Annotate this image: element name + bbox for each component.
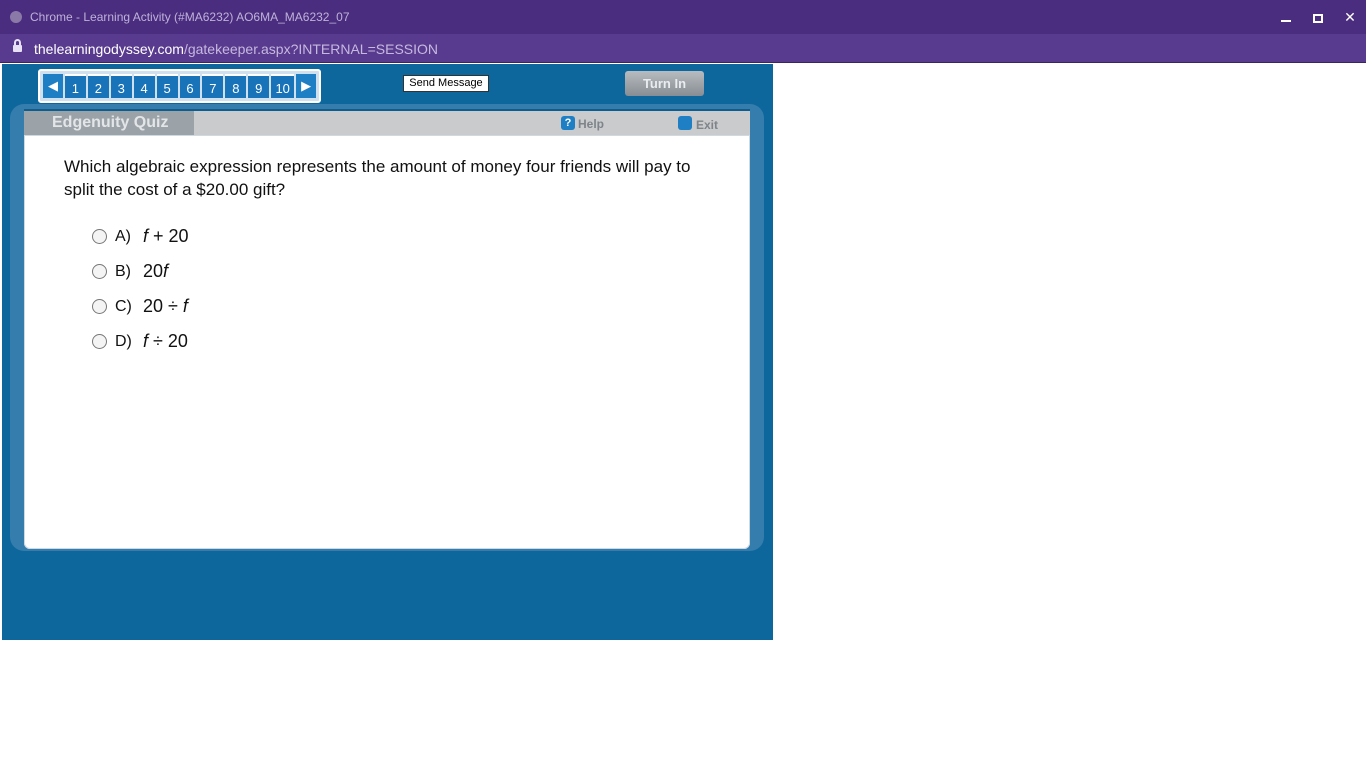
choice-d-expression: f ÷ 20 bbox=[143, 331, 188, 351]
choice-c-letter: C) bbox=[115, 297, 132, 315]
window-titlebar: Chrome - Learning Activity (#MA6232) AO6… bbox=[0, 0, 1366, 34]
exit-button[interactable]: Exit bbox=[696, 118, 718, 132]
quiz-title: Edgenuity Quiz bbox=[24, 111, 194, 135]
quiz-body: Which algebraic expression represents th… bbox=[24, 135, 750, 549]
question-9-button[interactable]: 9 bbox=[248, 74, 270, 98]
question-navigator: ◀ 1 2 3 4 5 6 7 8 9 10 ▶ bbox=[38, 69, 321, 103]
prev-question-button[interactable]: ◀ bbox=[43, 74, 63, 98]
close-button[interactable]: ✕ bbox=[1339, 7, 1361, 27]
quiz-header: Edgenuity Quiz ? Help Exit bbox=[24, 109, 750, 135]
url-path: /gatekeeper.aspx?INTERNAL=SESSION bbox=[183, 41, 439, 57]
question-8-button[interactable]: 8 bbox=[225, 74, 247, 98]
choice-c[interactable]: C) 20 ÷ f bbox=[92, 289, 189, 324]
question-text: Which algebraic expression represents th… bbox=[64, 157, 691, 199]
minimize-icon bbox=[1281, 20, 1291, 23]
choice-b-letter: B) bbox=[115, 262, 131, 280]
choice-b-expression: 20f bbox=[143, 261, 169, 281]
question-6-button[interactable]: 6 bbox=[179, 74, 201, 98]
chrome-icon bbox=[10, 11, 22, 23]
choice-a[interactable]: A) f + 20 bbox=[92, 219, 189, 254]
turn-in-button[interactable]: Turn In bbox=[625, 71, 704, 96]
radio-d[interactable] bbox=[92, 334, 107, 349]
radio-b[interactable] bbox=[92, 264, 107, 279]
page-viewport: ◀ 1 2 3 4 5 6 7 8 9 10 ▶ Send Message Tu… bbox=[0, 64, 1366, 768]
next-question-button[interactable]: ▶ bbox=[296, 74, 317, 98]
url-text[interactable]: thelearningodyssey.com/gatekeeper.aspx?I… bbox=[34, 41, 438, 57]
quiz-app: ◀ 1 2 3 4 5 6 7 8 9 10 ▶ Send Message Tu… bbox=[2, 64, 773, 640]
question-3-button[interactable]: 3 bbox=[110, 74, 132, 98]
choice-d-letter: D) bbox=[115, 332, 132, 350]
question-2-button[interactable]: 2 bbox=[87, 74, 109, 98]
choice-d[interactable]: D) f ÷ 20 bbox=[92, 324, 189, 359]
radio-a[interactable] bbox=[92, 229, 107, 244]
radio-c[interactable] bbox=[92, 299, 107, 314]
maximize-button[interactable] bbox=[1307, 7, 1329, 27]
question-7-button[interactable]: 7 bbox=[202, 74, 224, 98]
address-bar[interactable]: thelearningodyssey.com/gatekeeper.aspx?I… bbox=[0, 34, 1366, 63]
answer-choices: A) f + 20 B) 20f C) 20 ÷ f D) f ÷ 20 bbox=[92, 219, 189, 359]
maximize-icon bbox=[1313, 13, 1323, 23]
quiz-card: Edgenuity Quiz ? Help Exit Which algebra… bbox=[24, 109, 752, 549]
choice-a-letter: A) bbox=[115, 227, 131, 245]
choice-b[interactable]: B) 20f bbox=[92, 254, 189, 289]
exit-icon[interactable] bbox=[678, 116, 692, 130]
help-icon[interactable]: ? bbox=[561, 116, 575, 130]
choice-c-expression: 20 ÷ f bbox=[143, 296, 188, 316]
question-10-button[interactable]: 10 bbox=[271, 74, 295, 98]
window-title: Chrome - Learning Activity (#MA6232) AO6… bbox=[30, 10, 350, 24]
minimize-button[interactable] bbox=[1275, 7, 1297, 27]
question-4-button[interactable]: 4 bbox=[133, 74, 155, 98]
help-button[interactable]: Help bbox=[578, 117, 604, 131]
send-message-button[interactable]: Send Message bbox=[403, 75, 489, 92]
choice-a-expression: f + 20 bbox=[143, 226, 189, 246]
question-5-button[interactable]: 5 bbox=[156, 74, 178, 98]
lock-icon bbox=[13, 39, 22, 53]
question-1-button[interactable]: 1 bbox=[64, 74, 86, 98]
url-domain: thelearningodyssey.com bbox=[34, 41, 184, 57]
